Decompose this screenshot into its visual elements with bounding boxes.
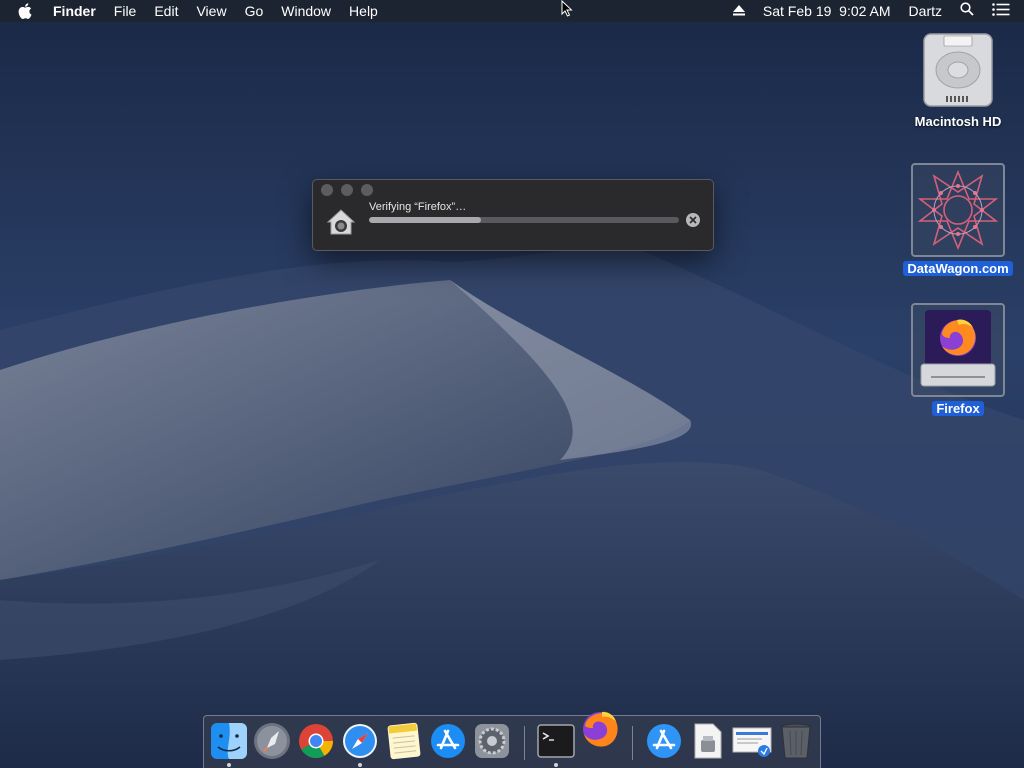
menu-window[interactable]: Window (272, 0, 340, 22)
zoom-window-button[interactable] (361, 184, 373, 196)
menu-go[interactable]: Go (236, 0, 273, 22)
dock-item-downloads[interactable] (732, 721, 772, 761)
security-house-icon (326, 209, 356, 235)
finder-icon (211, 723, 247, 759)
documents-stack-icon (694, 723, 722, 759)
dock-item-system-preferences[interactable] (472, 721, 512, 761)
dock-item-firefox[interactable] (580, 708, 620, 748)
running-indicator (358, 763, 362, 767)
chrome-icon (299, 724, 333, 758)
mouse-cursor-icon (561, 0, 573, 17)
firefox-icon (583, 711, 618, 747)
desktop-icon-macintosh-hd[interactable]: Macintosh HD (903, 30, 1013, 129)
dock-item-terminal[interactable] (536, 721, 576, 761)
spotlight-search-icon[interactable] (951, 0, 983, 22)
desktop-icon-label: DataWagon.com (903, 261, 1013, 276)
menu-app-finder[interactable]: Finder (44, 0, 105, 22)
menu-edit[interactable]: Edit (145, 0, 187, 22)
menu-bar: Finder File Edit View Go Window Help Sat… (0, 0, 1024, 22)
desktop-icon-firefox-dmg[interactable]: Firefox (903, 303, 1013, 416)
dock (203, 711, 821, 768)
verify-progress-fill (369, 217, 481, 223)
window-controls (321, 184, 373, 196)
running-indicator (554, 763, 558, 767)
wallpaper (0, 0, 1024, 768)
safari-icon (343, 724, 377, 758)
terminal-icon (537, 724, 575, 758)
notes-icon (387, 722, 421, 760)
eject-icon[interactable] (724, 0, 754, 22)
hard-drive-icon (918, 30, 998, 110)
menu-file[interactable]: File (105, 0, 146, 22)
desktop-icon-label: Macintosh HD (914, 114, 1002, 129)
dock-item-safari[interactable] (340, 721, 380, 761)
verify-progress-bar (369, 217, 679, 223)
menu-view[interactable]: View (187, 0, 235, 22)
dock-item-finder[interactable] (209, 721, 249, 761)
menubar-clock[interactable]: Sat Feb 19 9:02 AM (754, 0, 900, 22)
desktop-icon-datawagon[interactable]: DataWagon.com (903, 163, 1013, 276)
dock-separator (632, 726, 633, 760)
dock-item-app-store[interactable] (428, 721, 468, 761)
cancel-verify-button[interactable] (686, 213, 700, 227)
datawagon-image-icon (911, 163, 1005, 257)
desktop: Finder File Edit View Go Window Help Sat… (0, 0, 1024, 768)
system-preferences-icon (475, 724, 509, 758)
menubar-user[interactable]: Dartz (900, 0, 951, 22)
verify-title: Verifying “Firefox”… (369, 201, 467, 213)
dock-item-chrome[interactable] (296, 721, 336, 761)
notification-center-icon[interactable] (983, 0, 1024, 22)
running-indicator (227, 763, 231, 767)
minimize-window-button[interactable] (341, 184, 353, 196)
firefox-disk-image-icon (911, 303, 1005, 397)
apple-menu-icon[interactable] (0, 3, 44, 19)
dock-separator (524, 726, 525, 760)
dock-item-launchpad[interactable] (252, 721, 292, 761)
downloads-stack-icon (732, 727, 772, 757)
launchpad-icon (254, 723, 290, 759)
dock-item-applications[interactable] (644, 721, 684, 761)
dock-item-documents[interactable] (688, 721, 728, 761)
close-window-button[interactable] (321, 184, 333, 196)
menu-help[interactable]: Help (340, 0, 387, 22)
verify-dialog: Verifying “Firefox”… (312, 179, 714, 251)
close-icon (689, 216, 697, 224)
app-store-icon (431, 724, 465, 758)
applications-folder-icon (647, 724, 681, 758)
desktop-icon-label: Firefox (932, 401, 984, 416)
trash-icon (781, 723, 811, 759)
dock-item-notes[interactable] (384, 721, 424, 761)
dock-item-trash[interactable] (776, 721, 816, 761)
